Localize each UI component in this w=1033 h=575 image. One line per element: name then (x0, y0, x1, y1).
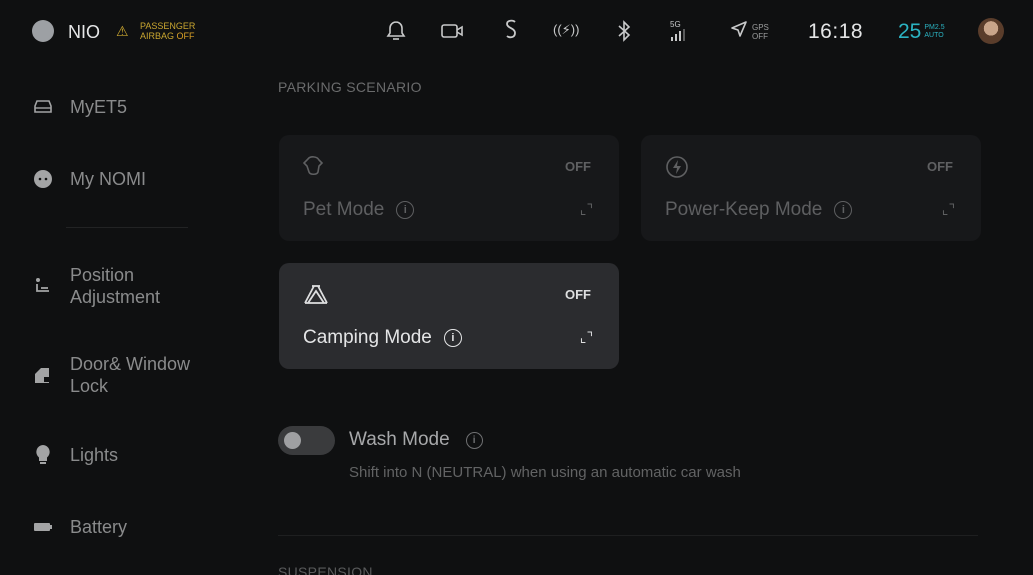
nio-logo-icon (32, 20, 54, 42)
info-icon[interactable]: i (465, 431, 483, 449)
pet-mode-card[interactable]: OFF Pet Mode i ⌞⌝ (279, 135, 619, 241)
sidebar-item-my-nomi[interactable]: My NOMI (32, 168, 146, 190)
section-divider (278, 535, 978, 536)
gps-state: OFF (752, 31, 768, 41)
sidebar-item-battery[interactable]: Battery (32, 516, 127, 538)
pet-icon (302, 155, 325, 185)
network-type: 5G (670, 20, 681, 29)
sidebar-item-door-window-lock[interactable]: Door& Window Lock (32, 353, 190, 397)
navigation-arrow-icon (730, 20, 748, 43)
door-lock-icon (32, 364, 54, 386)
seat-icon (32, 275, 54, 297)
tent-icon (303, 283, 329, 311)
airbag-state: OFF (176, 31, 195, 41)
bluetooth-icon[interactable] (617, 20, 631, 42)
bell-icon[interactable] (386, 20, 406, 42)
power-keep-mode-status: OFF (927, 159, 953, 174)
wash-mode-title: Wash Mode (349, 429, 450, 450)
wireless-charge-icon: ((⚡)) (553, 22, 580, 37)
brand-name: NIO (68, 22, 101, 42)
toggle-knob (284, 432, 301, 449)
sidebar-item-label: MyET5 (70, 97, 128, 117)
passenger-airbag-indicator: ⚠ PASSENGER AIRBAG OFF (116, 20, 195, 42)
camping-mode-status: OFF (565, 287, 591, 302)
sidebar-item-label: Position Adjustment (70, 265, 161, 307)
airbag-icon: ⚠ (116, 23, 129, 39)
section-title-parking-scenario: PARKING SCENARIO (278, 79, 422, 95)
camping-mode-card[interactable]: OFF Camping Mode i ⌞⌝ (279, 263, 619, 369)
expand-icon[interactable]: ⌞⌝ (580, 329, 593, 346)
info-icon[interactable]: i (443, 329, 462, 347)
expand-icon[interactable]: ⌞⌝ (580, 201, 593, 218)
battery-icon (32, 516, 54, 538)
power-keep-mode-card[interactable]: OFF Power-Keep Mode i ⌞⌝ (641, 135, 981, 241)
pm-label: PM2.5 (924, 24, 945, 31)
sidebar: MyET5 My NOMI Position Adjustment Door& … (0, 62, 232, 575)
pet-mode-status: OFF (565, 159, 591, 174)
camping-mode-title: Camping Mode (303, 327, 432, 348)
sidebar-item-position-adjustment[interactable]: Position Adjustment (32, 264, 160, 308)
section-title-suspension: SUSPENSION (278, 564, 373, 575)
car-icon (32, 96, 54, 118)
info-icon[interactable]: i (834, 201, 853, 219)
airbag-line1: PASSENGER (140, 21, 196, 31)
gps-indicator: GPS OFF (730, 20, 769, 43)
pet-mode-title: Pet Mode (303, 199, 385, 220)
airbag-line2: AIRBAG (140, 31, 175, 41)
sidebar-divider (66, 227, 188, 228)
expand-icon[interactable]: ⌞⌝ (942, 201, 955, 218)
bulb-icon (32, 444, 54, 466)
status-bar: NIO ⚠ PASSENGER AIRBAG OFF ((⚡)) 5G GPS … (0, 0, 1033, 62)
wash-mode-description: Shift into N (NEUTRAL) when using an aut… (349, 464, 741, 481)
sidebar-item-label: Door& Window Lock (70, 354, 191, 396)
pm-value: 25 (898, 20, 922, 43)
clock: 16:18 (808, 20, 864, 43)
info-icon[interactable]: i (396, 201, 415, 219)
gps-label: GPS (752, 22, 769, 32)
dashcam-icon[interactable] (440, 22, 464, 40)
air-quality-indicator[interactable]: 25 PM2.5 AUTO (898, 20, 945, 44)
sidebar-item-my-et5[interactable]: MyET5 (32, 96, 127, 118)
pm-mode: AUTO (924, 32, 944, 39)
sidebar-item-lights[interactable]: Lights (32, 444, 118, 466)
sidebar-item-label: Lights (70, 445, 119, 465)
power-icon (665, 155, 689, 185)
wash-mode-toggle[interactable] (278, 426, 335, 455)
nomi-face-icon (32, 168, 54, 190)
user-avatar[interactable] (978, 18, 1004, 44)
sidebar-item-label: My NOMI (70, 169, 146, 189)
nomi-s-icon[interactable] (503, 18, 519, 42)
signal-icon: 5G (670, 20, 686, 41)
sidebar-item-label: Battery (70, 517, 128, 537)
power-keep-mode-title: Power-Keep Mode (665, 199, 823, 220)
